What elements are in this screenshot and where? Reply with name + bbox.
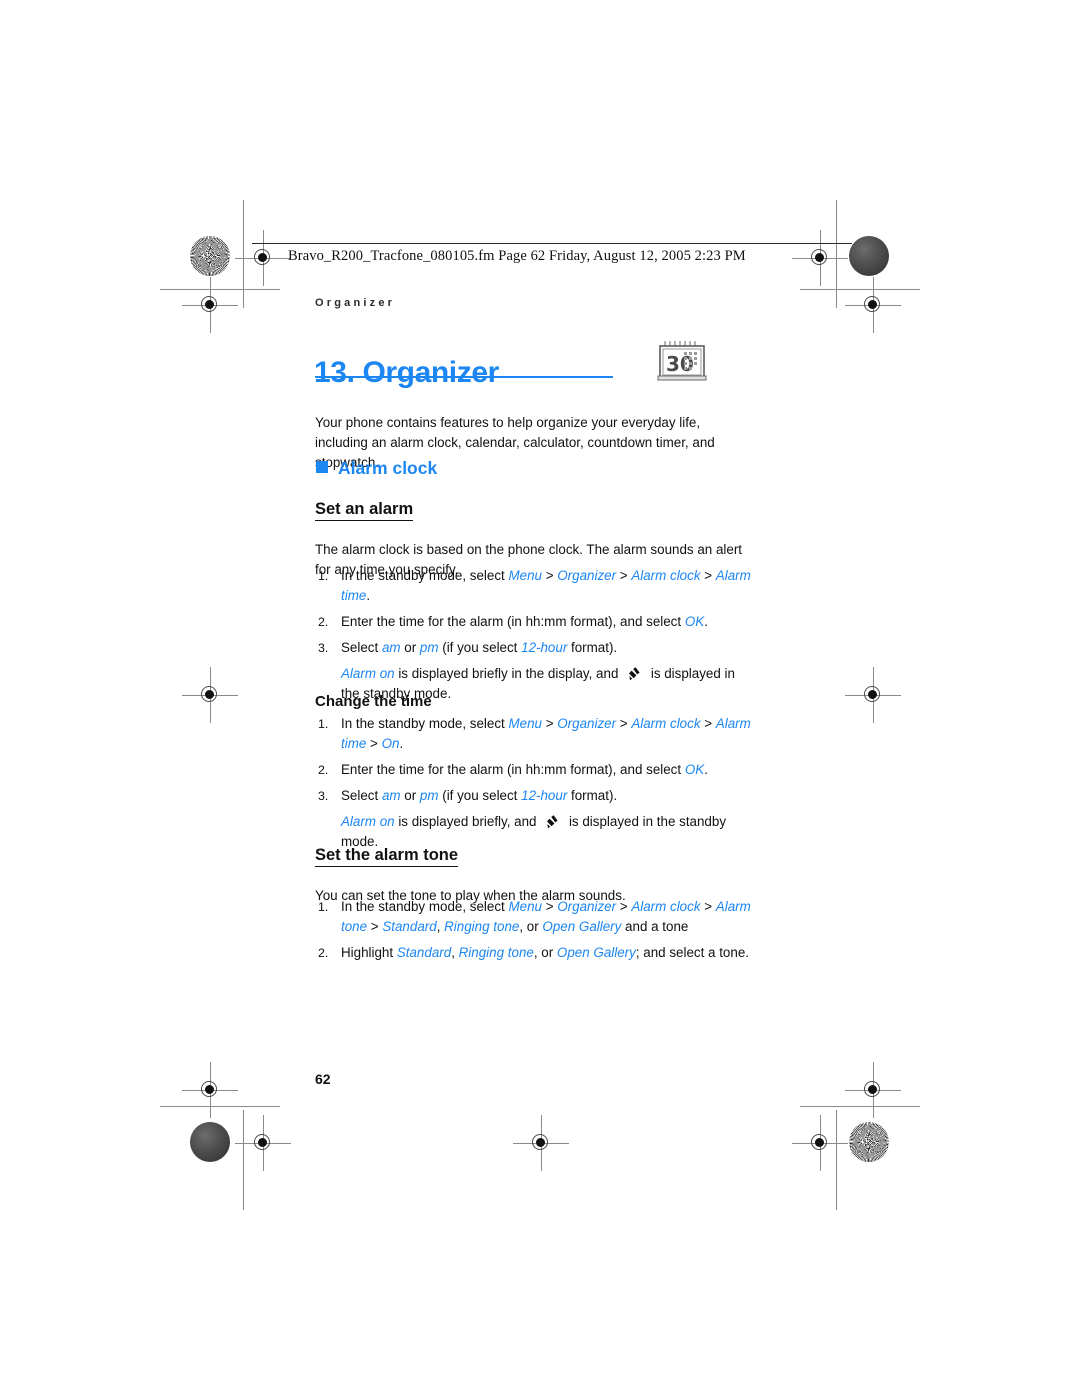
- ui-term: Organizer: [557, 568, 617, 583]
- ui-term: Alarm on: [341, 666, 395, 681]
- ui-term: Open Gallery: [556, 945, 636, 960]
- list-item: 2. Enter the time for the alarm (in hh:m…: [315, 612, 755, 632]
- list-item-number: 2.: [318, 763, 329, 777]
- section-heading-alarm-clock: Alarm clock: [316, 458, 437, 479]
- list-item-number: 1.: [318, 900, 329, 914]
- ui-term: On: [381, 736, 400, 751]
- trim-line-bottom-right-vertical: [836, 1110, 837, 1210]
- color-rosette-bottom-right: [849, 1122, 889, 1162]
- ui-term: Alarm clock: [631, 568, 701, 583]
- ui-term: Menu: [508, 899, 542, 914]
- ui-term: Alarm on: [341, 814, 395, 829]
- density-patch-top-right: [849, 236, 889, 276]
- list-item-number: 2.: [318, 946, 329, 960]
- list-item: 1. In the standby mode, select Menu > Or…: [315, 566, 755, 606]
- list-item: 1. In the standby mode, select Menu > Or…: [315, 714, 755, 754]
- ui-term: Standard: [382, 919, 437, 934]
- trim-line-bottom-right-horizontal: [800, 1106, 920, 1107]
- note-text: Alarm on is displayed briefly, and is di…: [341, 814, 727, 849]
- ui-term: pm: [419, 640, 439, 655]
- ui-term: Menu: [508, 568, 542, 583]
- set-the-alarm-tone-steps: 1. In the standby mode, select Menu > Or…: [315, 897, 755, 969]
- ui-term: 12-hour: [521, 788, 568, 803]
- ui-term: Open Gallery: [542, 919, 622, 934]
- ui-term: Menu: [508, 716, 542, 731]
- ui-term: am: [381, 788, 401, 803]
- ui-term: Ringing tone: [458, 945, 534, 960]
- list-item-text: In the standby mode, select Menu > Organ…: [341, 899, 751, 934]
- file-info-line: Bravo_R200_Tracfone_080105.fm Page 62 Fr…: [288, 248, 746, 264]
- ui-term: Organizer: [557, 716, 617, 731]
- list-item-number: 3.: [318, 641, 329, 655]
- ui-term: Alarm clock: [631, 716, 701, 731]
- running-header: Organizer: [315, 297, 396, 309]
- list-item-text: In the standby mode, select Menu > Organ…: [341, 716, 751, 751]
- registration-mark-lower-left-outer: [182, 1062, 238, 1118]
- ui-term: Alarm clock: [631, 899, 701, 914]
- registration-mark-middle-left: [182, 667, 238, 723]
- bullet-square-icon: [316, 461, 328, 473]
- section-heading-alarm-clock-label: Alarm clock: [338, 458, 438, 478]
- ui-term: Ringing tone: [444, 919, 520, 934]
- subsection-heading-change-the-time: Change the time: [315, 693, 432, 710]
- list-item: 3. Select am or pm (if you select 12-hou…: [315, 638, 755, 658]
- trim-line-bottom-left-horizontal: [160, 1106, 280, 1107]
- registration-mark-middle-right: [845, 667, 901, 723]
- ui-term: OK: [684, 614, 705, 629]
- list-item: 1. In the standby mode, select Menu > Or…: [315, 897, 755, 937]
- change-the-time-steps: 1. In the standby mode, select Menu > Or…: [315, 714, 755, 858]
- list-item: 2. Highlight Standard, Ringing tone, or …: [315, 943, 755, 963]
- page-number: 62: [315, 1071, 331, 1087]
- set-an-alarm-steps: 1. In the standby mode, select Menu > Or…: [315, 566, 755, 710]
- subsection-heading-set-the-alarm-tone: Set the alarm tone: [315, 846, 459, 867]
- title-underline-rule: [315, 376, 613, 378]
- registration-mark-bottom-center: [513, 1115, 569, 1171]
- calendar-icon: 30: [655, 339, 711, 383]
- registration-mark-top-right: [792, 230, 848, 286]
- list-item-text: Enter the time for the alarm (in hh:mm f…: [341, 614, 708, 629]
- ui-term: Standard: [396, 945, 452, 960]
- ui-term: Organizer: [557, 899, 617, 914]
- alarm-bell-icon: [545, 814, 560, 829]
- registration-mark-upper-left-outer: [182, 277, 238, 333]
- list-item-number: 2.: [318, 615, 329, 629]
- list-item-number: 1.: [318, 569, 329, 583]
- ui-term: 12-hour: [521, 640, 568, 655]
- list-item-number: 3.: [318, 789, 329, 803]
- list-item-text: Enter the time for the alarm (in hh:mm f…: [341, 762, 708, 777]
- trim-line-left-vertical: [243, 200, 244, 308]
- ui-term: am: [381, 640, 401, 655]
- registration-mark-bottom-left: [235, 1115, 291, 1171]
- list-item-text: Select am or pm (if you select 12-hour f…: [341, 788, 618, 803]
- subsection-heading-set-an-alarm: Set an alarm: [315, 500, 414, 521]
- list-item-number: 1.: [318, 717, 329, 731]
- alarm-bell-icon: [627, 666, 642, 681]
- registration-mark-lower-right-outer: [845, 1062, 901, 1118]
- trim-line-bottom-left-vertical: [243, 1110, 244, 1210]
- density-patch-bottom-left: [190, 1122, 230, 1162]
- list-item-text: Highlight Standard, Ringing tone, or Ope…: [341, 945, 749, 960]
- ui-term: pm: [419, 788, 439, 803]
- list-item: 3. Select am or pm (if you select 12-hou…: [315, 786, 755, 806]
- page-title: 13. Organizer: [314, 356, 499, 390]
- list-item: 2. Enter the time for the alarm (in hh:m…: [315, 760, 755, 780]
- registration-mark-top-left: [235, 230, 291, 286]
- registration-mark-bottom-right: [792, 1115, 848, 1171]
- ui-term: OK: [684, 762, 705, 777]
- file-header-rule: [252, 243, 852, 244]
- list-item-text: Select am or pm (if you select 12-hour f…: [341, 640, 618, 655]
- color-rosette-top-left: [190, 236, 230, 276]
- list-item-text: In the standby mode, select Menu > Organ…: [341, 568, 751, 603]
- registration-mark-upper-right-outer: [845, 277, 901, 333]
